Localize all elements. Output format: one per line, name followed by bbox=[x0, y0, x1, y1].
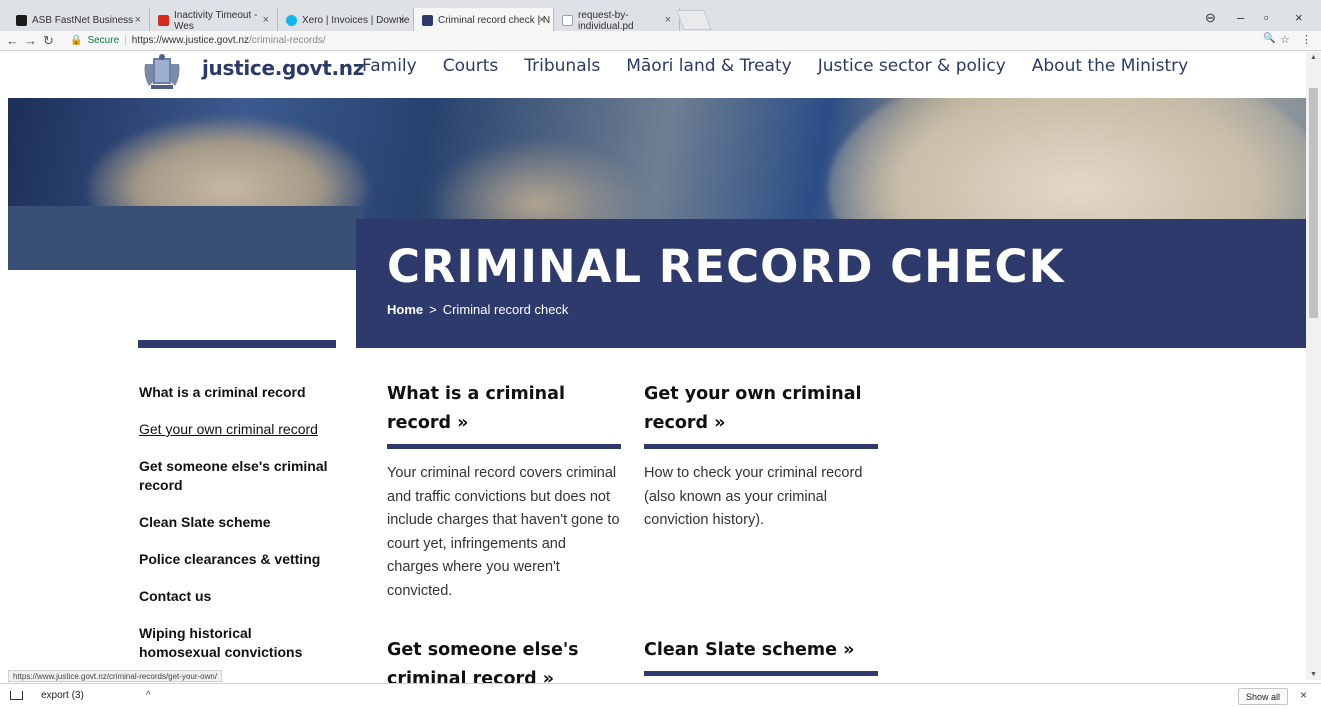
sidebar-accent-bar bbox=[138, 340, 336, 348]
browser-tab[interactable]: Inactivity Timeout - Wes × bbox=[150, 8, 278, 33]
download-item-name[interactable]: export (3) bbox=[41, 690, 84, 701]
nav-justice-sector-policy[interactable]: Justice sector & policy bbox=[818, 56, 1006, 76]
close-tab-icon[interactable]: × bbox=[665, 14, 671, 26]
card-body: How to check your criminal record (also … bbox=[644, 465, 863, 528]
scroll-up-icon[interactable]: ▲ bbox=[1310, 54, 1317, 61]
secure-label: Secure bbox=[87, 35, 120, 46]
url-text: https://www.justice.govt.nz/criminal-rec… bbox=[132, 33, 326, 49]
nav-about-ministry[interactable]: About the Ministry bbox=[1032, 56, 1188, 76]
nav-tribunals[interactable]: Tribunals bbox=[524, 56, 600, 76]
zoom-icon[interactable]: 🔍 bbox=[1263, 33, 1275, 44]
nz-coat-of-arms-icon[interactable] bbox=[139, 54, 185, 92]
page-title: CRIMINAL RECORD CHECK bbox=[387, 240, 1065, 293]
sidebar-item-police-clearances[interactable]: Police clearances & vetting bbox=[139, 550, 349, 569]
url-host: https://www.justice.govt.nz bbox=[131, 35, 250, 46]
sidebar-item-get-own-record[interactable]: Get your own criminal record bbox=[139, 420, 349, 439]
close-window-icon[interactable]: × bbox=[1295, 10, 1303, 25]
card-body: Your criminal record covers criminal and… bbox=[387, 465, 620, 599]
status-bar-url: https://www.justice.govt.nz/criminal-rec… bbox=[8, 670, 223, 682]
minimize-icon[interactable]: – bbox=[1237, 10, 1244, 25]
close-shelf-icon[interactable]: × bbox=[1300, 688, 1307, 702]
bookmark-star-icon[interactable]: ☆ bbox=[1280, 33, 1290, 46]
profile-icon[interactable]: ⊖ bbox=[1205, 10, 1216, 26]
omnibox-divider: | bbox=[124, 35, 127, 46]
browser-tab[interactable]: ASB FastNet Business × bbox=[8, 8, 150, 33]
sidebar-item-contact-us[interactable]: Contact us bbox=[139, 587, 349, 606]
document-favicon-icon bbox=[562, 15, 573, 26]
download-file-icon bbox=[10, 691, 23, 700]
forward-arrow-icon[interactable]: → bbox=[24, 33, 37, 48]
download-shelf: export (3) ^ Show all × bbox=[0, 683, 1321, 709]
card-get-own-record: Get your own criminal record » How to ch… bbox=[644, 380, 878, 533]
close-tab-icon[interactable]: × bbox=[135, 14, 141, 26]
back-arrow-icon[interactable]: ← bbox=[6, 33, 19, 48]
scrollbar-thumb[interactable] bbox=[1309, 88, 1318, 318]
justice-favicon-icon bbox=[422, 15, 433, 26]
card-clean-slate: Clean Slate scheme » bbox=[644, 636, 878, 676]
sidebar-item-someone-elses-record[interactable]: Get someone else's criminal record bbox=[139, 457, 339, 495]
close-tab-icon[interactable]: × bbox=[263, 14, 269, 26]
tab-title: Criminal record check | N bbox=[438, 15, 551, 26]
card-what-is-criminal-record: What is a criminal record » Your crimina… bbox=[387, 380, 621, 603]
card-title-link[interactable]: Get your own criminal record » bbox=[644, 380, 878, 438]
restore-icon[interactable]: ▫ bbox=[1264, 10, 1269, 25]
browser-tab[interactable]: request-by-individual.pd × bbox=[554, 8, 680, 33]
sidebar-nav: What is a criminal record Get your own c… bbox=[139, 383, 349, 662]
reload-icon[interactable]: ↻ bbox=[43, 33, 54, 49]
lock-icon: 🔒 bbox=[70, 35, 83, 46]
address-bar-row: ← → ↻ 🔒 Secure | https://www.justice.gov… bbox=[0, 31, 1321, 51]
browser-tabstrip: ASB FastNet Business × Inactivity Timeou… bbox=[0, 0, 1321, 33]
close-tab-icon[interactable]: × bbox=[539, 14, 545, 26]
westpac-favicon-icon bbox=[158, 15, 169, 26]
breadcrumb-current: Criminal record check bbox=[442, 302, 569, 317]
breadcrumb-separator: > bbox=[429, 302, 437, 317]
tab-title: Xero | Invoices | Downie bbox=[302, 15, 410, 26]
xero-favicon-icon bbox=[286, 15, 297, 26]
close-tab-icon[interactable]: × bbox=[399, 14, 405, 26]
nav-maori-land-treaty[interactable]: Māori land & Treaty bbox=[626, 56, 791, 76]
main-navigation: Family Courts Tribunals Māori land & Tre… bbox=[362, 56, 1214, 76]
site-brand[interactable]: justice.govt.nz bbox=[202, 56, 364, 80]
breadcrumb: Home > Criminal record check bbox=[387, 302, 568, 317]
site-header: justice.govt.nz Family Courts Tribunals … bbox=[0, 52, 1321, 98]
breadcrumb-home[interactable]: Home bbox=[387, 302, 423, 317]
scroll-down-icon[interactable]: ▼ bbox=[1310, 671, 1317, 678]
browser-tab[interactable]: Xero | Invoices | Downie × bbox=[278, 8, 414, 33]
url-field[interactable]: 🔒 Secure | https://www.justice.govt.nz/c… bbox=[70, 33, 1290, 49]
card-rule bbox=[644, 671, 878, 676]
asb-favicon-icon bbox=[16, 15, 27, 26]
show-all-button[interactable]: Show all bbox=[1238, 688, 1289, 705]
menu-kebab-icon[interactable]: ⋮ bbox=[1301, 33, 1312, 46]
new-tab-button[interactable] bbox=[676, 10, 712, 30]
chevron-up-icon[interactable]: ^ bbox=[146, 690, 151, 701]
sidebar-item-clean-slate[interactable]: Clean Slate scheme bbox=[139, 513, 349, 532]
nav-family[interactable]: Family bbox=[362, 56, 417, 76]
card-title-link[interactable]: Clean Slate scheme » bbox=[644, 636, 878, 665]
card-rule bbox=[387, 444, 621, 449]
page-scrollbar[interactable]: ▲ ▼ bbox=[1306, 52, 1321, 680]
sidebar-item-wiping-convictions[interactable]: Wiping historical homosexual convictions bbox=[139, 624, 319, 662]
sidebar-item-what-is-criminal-record[interactable]: What is a criminal record bbox=[139, 383, 349, 402]
url-path: /criminal-records/ bbox=[249, 35, 326, 46]
tab-title: Inactivity Timeout - Wes bbox=[174, 9, 258, 32]
card-title-link[interactable]: What is a criminal record » bbox=[387, 380, 621, 438]
nav-courts[interactable]: Courts bbox=[443, 56, 499, 76]
card-rule bbox=[644, 444, 878, 449]
browser-tab-active[interactable]: Criminal record check | N × bbox=[414, 8, 554, 33]
tab-title: ASB FastNet Business bbox=[32, 15, 134, 26]
